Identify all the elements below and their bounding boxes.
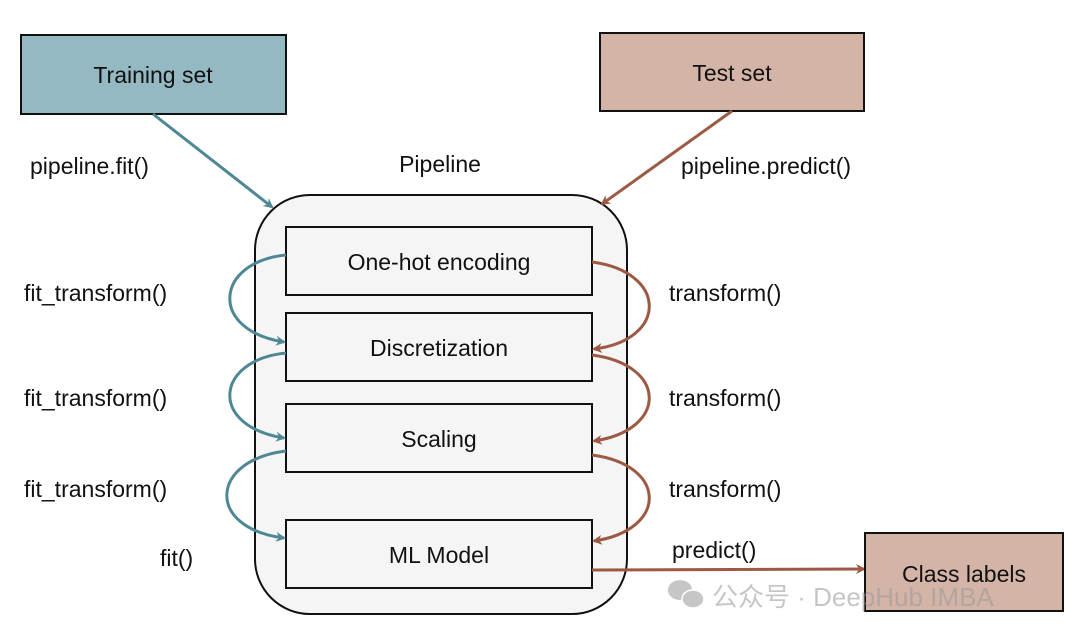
watermark: 公众号 · DeepHub IMBA (668, 580, 994, 612)
step-label: ML Model (389, 542, 489, 568)
test-set-label: Test set (692, 60, 772, 86)
predict-output-arrow (591, 564, 866, 575)
training-set-label: Training set (93, 62, 213, 88)
watermark-text: 公众号 · DeepHub IMBA (712, 582, 994, 612)
fit-transform-label-2: fit_transform() (24, 385, 167, 411)
fit-transform-label-3: fit_transform() (24, 476, 167, 502)
step-discretization: Discretization (285, 312, 593, 382)
transform-label-2: transform() (669, 385, 781, 411)
pipeline-diagram: Training set Test set Pipeline pipeline.… (20, 32, 1064, 615)
fit-transform-label-1: fit_transform() (24, 280, 167, 306)
training-set-node: Training set (20, 34, 287, 115)
pipeline-predict-label: pipeline.predict() (681, 153, 851, 179)
test-set-node: Test set (599, 32, 865, 112)
pipeline-fit-label: pipeline.fit() (30, 153, 149, 179)
predict-label: predict() (672, 537, 756, 563)
transform-label-3: transform() (669, 476, 781, 502)
step-label: One-hot encoding (348, 249, 531, 275)
transform-label-1: transform() (669, 280, 781, 306)
step-scaling: Scaling (285, 403, 593, 473)
fit-entry-arrow (152, 112, 274, 209)
step-ml-model: ML Model (285, 519, 593, 589)
wechat-icon (668, 580, 705, 609)
pipeline-title: Pipeline (399, 151, 481, 177)
step-label: Scaling (401, 426, 476, 452)
fit-label: fit() (160, 545, 193, 571)
step-one-hot-encoding: One-hot encoding (285, 226, 593, 296)
step-label: Discretization (370, 335, 508, 361)
